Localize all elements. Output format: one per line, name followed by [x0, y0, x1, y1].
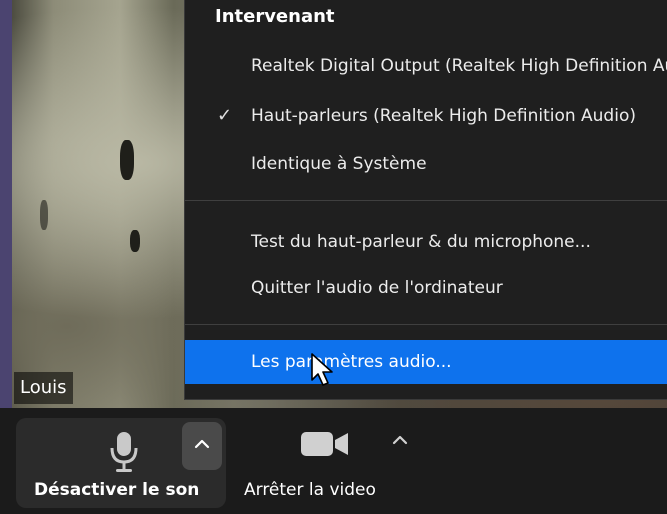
menu-item-label: Realtek Digital Output (Realtek High Def…	[251, 56, 667, 76]
video-tile-border	[0, 0, 12, 408]
menu-item-test-speaker-mic[interactable]: Test du haut-parleur & du microphone...	[185, 220, 667, 264]
chevron-up-icon	[194, 439, 210, 449]
audio-options-caret-button[interactable]	[182, 422, 222, 470]
menu-item-label: Haut-parleurs (Realtek High Definition A…	[251, 106, 636, 126]
video-texture	[130, 230, 140, 252]
menu-item-realtek-digital-output[interactable]: Realtek Digital Output (Realtek High Def…	[185, 44, 667, 88]
menu-section-speaker-header: Intervenant	[215, 6, 335, 27]
menu-item-audio-settings[interactable]: Les paramètres audio...	[185, 340, 667, 384]
video-camera-icon[interactable]	[300, 430, 350, 458]
microphone-icon[interactable]	[104, 430, 144, 474]
mouse-cursor-icon	[311, 353, 333, 386]
menu-item-label: Les paramètres audio...	[251, 352, 452, 372]
mute-button-label[interactable]: Désactiver le son	[34, 480, 199, 500]
checkmark-icon: ✓	[217, 105, 233, 126]
audio-options-menu: Intervenant Realtek Digital Output (Real…	[184, 0, 667, 400]
menu-item-same-as-system[interactable]: Identique à Système	[185, 142, 667, 186]
menu-item-haut-parleurs[interactable]: ✓ Haut-parleurs (Realtek High Definition…	[185, 94, 667, 138]
participant-name-label: Louis	[14, 372, 73, 404]
menu-item-label: Identique à Système	[251, 154, 427, 174]
menu-divider	[185, 324, 667, 325]
stop-video-button-label[interactable]: Arrêter la video	[244, 480, 376, 500]
video-texture	[120, 140, 134, 180]
meeting-toolbar: Désactiver le son Arrêter la video	[0, 408, 667, 514]
menu-divider	[185, 200, 667, 201]
menu-item-label: Test du haut-parleur & du microphone...	[251, 232, 591, 252]
video-texture	[40, 200, 48, 230]
menu-item-label: Quitter l'audio de l'ordinateur	[251, 278, 503, 298]
menu-item-leave-computer-audio[interactable]: Quitter l'audio de l'ordinateur	[185, 266, 667, 310]
chevron-up-icon[interactable]	[392, 434, 408, 446]
audio-control-group: Désactiver le son	[16, 418, 226, 508]
